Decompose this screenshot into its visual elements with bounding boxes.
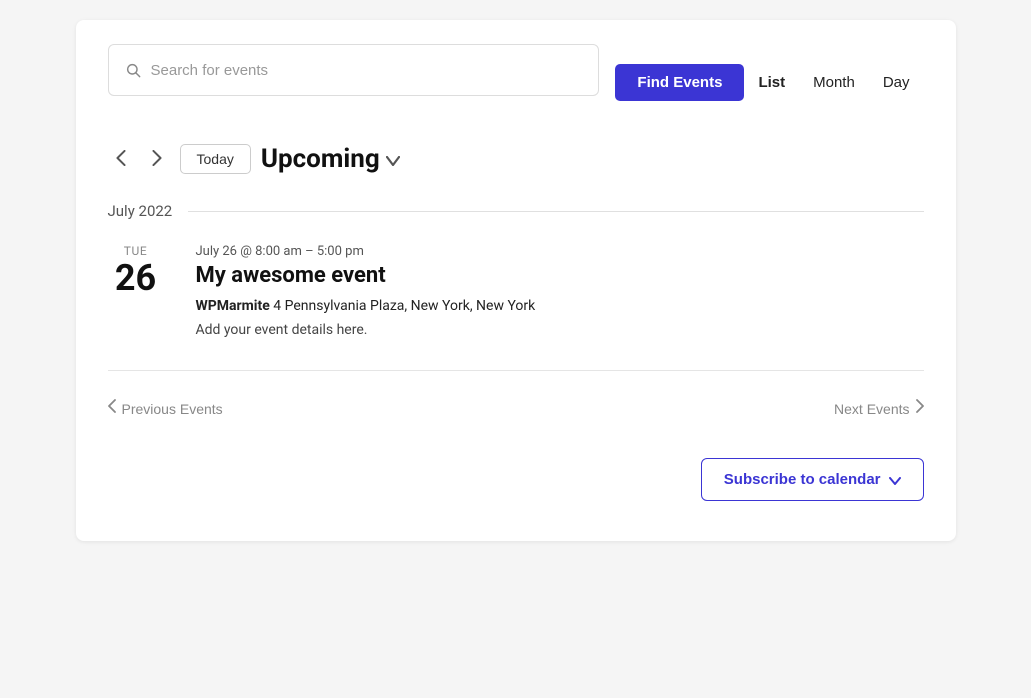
month-divider-line (188, 211, 923, 212)
main-container: Find Events List Month Day Today Upcomin… (76, 20, 956, 541)
prev-arrow-icon (108, 399, 116, 418)
upcoming-chevron-icon (386, 150, 400, 171)
event-description: Add your event details here. (196, 322, 924, 338)
section-divider (108, 370, 924, 371)
subscribe-label: Subscribe to calendar (724, 471, 881, 488)
event-location: WPMarmite 4 Pennsylvania Plaza, New York… (196, 298, 924, 314)
search-bar (108, 44, 600, 96)
prev-arrow-button[interactable] (108, 146, 134, 173)
search-input[interactable] (151, 62, 583, 79)
prev-events-button[interactable]: Previous Events (108, 399, 223, 418)
view-list-button[interactable]: List (744, 64, 799, 101)
next-arrow-icon (916, 399, 924, 418)
event-day-name: TUE (108, 244, 164, 258)
next-events-label: Next Events (834, 401, 909, 417)
upcoming-text: Upcoming (261, 144, 380, 174)
subscribe-section: Subscribe to calendar (108, 458, 924, 501)
event-item: TUE 26 July 26 @ 8:00 am – 5:00 pm My aw… (108, 244, 924, 338)
month-separator: July 2022 (108, 202, 924, 220)
month-label: July 2022 (108, 202, 173, 220)
event-day-number: 26 (108, 260, 164, 296)
pagination-bar: Previous Events Next Events (108, 399, 924, 418)
subscribe-to-calendar-button[interactable]: Subscribe to calendar (701, 458, 924, 501)
prev-events-label: Previous Events (122, 401, 223, 417)
find-events-button[interactable]: Find Events (615, 64, 744, 101)
event-date-column: TUE 26 (108, 244, 164, 338)
event-location-address: 4 Pennsylvania Plaza, New York, New York (270, 298, 535, 314)
view-day-button[interactable]: Day (869, 64, 924, 101)
event-location-name: WPMarmite (196, 298, 270, 314)
event-time: July 26 @ 8:00 am – 5:00 pm (196, 244, 924, 259)
event-title[interactable]: My awesome event (196, 263, 924, 288)
event-details-column: July 26 @ 8:00 am – 5:00 pm My awesome e… (196, 244, 924, 338)
calendar-nav: Today Upcoming (108, 144, 924, 174)
upcoming-dropdown[interactable]: Upcoming (261, 144, 400, 174)
view-month-button[interactable]: Month (799, 64, 869, 101)
search-icon (125, 62, 141, 78)
today-button[interactable]: Today (180, 144, 251, 174)
next-events-button[interactable]: Next Events (834, 399, 923, 418)
next-arrow-button[interactable] (144, 146, 170, 173)
subscribe-chevron-icon (889, 472, 901, 488)
